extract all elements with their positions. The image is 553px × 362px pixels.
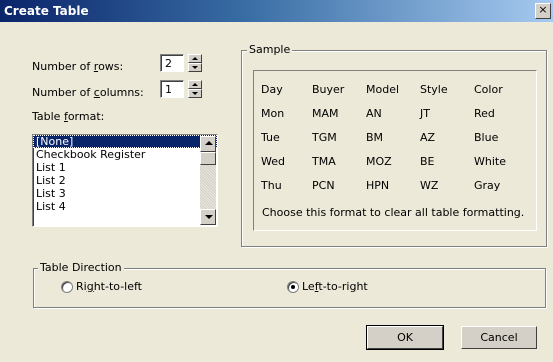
columns-label: Number of columns: — [32, 86, 144, 99]
ltr-label[interactable]: Left-to-right — [302, 280, 368, 293]
table-row: Wed TMA MOZ BE White — [261, 154, 506, 168]
close-icon: × — [538, 3, 548, 16]
title-bar: Create Table × — [0, 0, 553, 22]
rows-spinner[interactable] — [188, 54, 202, 72]
close-button[interactable]: × — [535, 3, 551, 19]
arrow-down-icon — [192, 92, 198, 95]
rows-spin-up[interactable] — [188, 54, 202, 63]
scroll-down-button[interactable] — [200, 209, 216, 225]
list-item[interactable]: List 2 — [33, 174, 217, 187]
list-item[interactable]: Checkbook Register — [33, 148, 217, 161]
cancel-button[interactable]: Cancel — [461, 326, 537, 349]
sample-table: Day Buyer Model Style Color Mon MAM AN JT Red Tu… — [261, 77, 528, 197]
table-format-list[interactable]: [None] Checkbook Register List 1 List 2 … — [32, 134, 218, 227]
columns-spinner[interactable] — [188, 80, 202, 98]
list-item[interactable]: List 4 — [33, 200, 217, 213]
table-row: Mon MAM AN JT Red — [261, 106, 495, 120]
table-format-label: Table format: — [32, 110, 105, 123]
ltr-radio[interactable] — [287, 281, 299, 293]
list-item[interactable]: List 1 — [33, 161, 217, 174]
list-scrollbar[interactable] — [200, 136, 216, 225]
arrow-down-icon — [205, 215, 213, 219]
rtl-label[interactable]: Right-to-left — [76, 280, 142, 293]
scroll-up-button[interactable] — [200, 136, 216, 152]
scroll-thumb[interactable] — [200, 152, 216, 165]
sample-description: Choose this format to clear all table fo… — [262, 206, 525, 219]
arrow-up-icon — [192, 83, 198, 86]
table-row: Tue TGM BM AZ Blue — [261, 130, 499, 144]
radio-checked-icon — [291, 285, 295, 289]
table-direction-title: Table Direction — [38, 261, 124, 274]
list-item[interactable]: List 3 — [33, 187, 217, 200]
rows-label: Number of rows: — [32, 60, 124, 73]
arrow-down-icon — [192, 66, 198, 69]
table-row: Thu PCN HPN WZ Gray — [261, 178, 501, 192]
table-row: Day Buyer Model Style Color — [261, 82, 503, 96]
rows-input[interactable]: 2 — [160, 54, 184, 72]
rtl-radio[interactable] — [61, 281, 73, 293]
columns-spin-down[interactable] — [188, 89, 202, 98]
sample-group-title: Sample — [247, 43, 293, 56]
window-title: Create Table — [4, 4, 89, 18]
columns-spin-up[interactable] — [188, 80, 202, 89]
sample-preview: Day Buyer Model Style Color Mon MAM AN JT Red Tu… — [253, 70, 537, 231]
list-item[interactable]: [None] — [33, 135, 217, 148]
arrow-up-icon — [192, 57, 198, 60]
rows-spin-down[interactable] — [188, 63, 202, 72]
arrow-up-icon — [205, 141, 213, 145]
columns-input[interactable]: 1 — [160, 80, 184, 98]
ok-button[interactable]: OK — [366, 325, 444, 350]
